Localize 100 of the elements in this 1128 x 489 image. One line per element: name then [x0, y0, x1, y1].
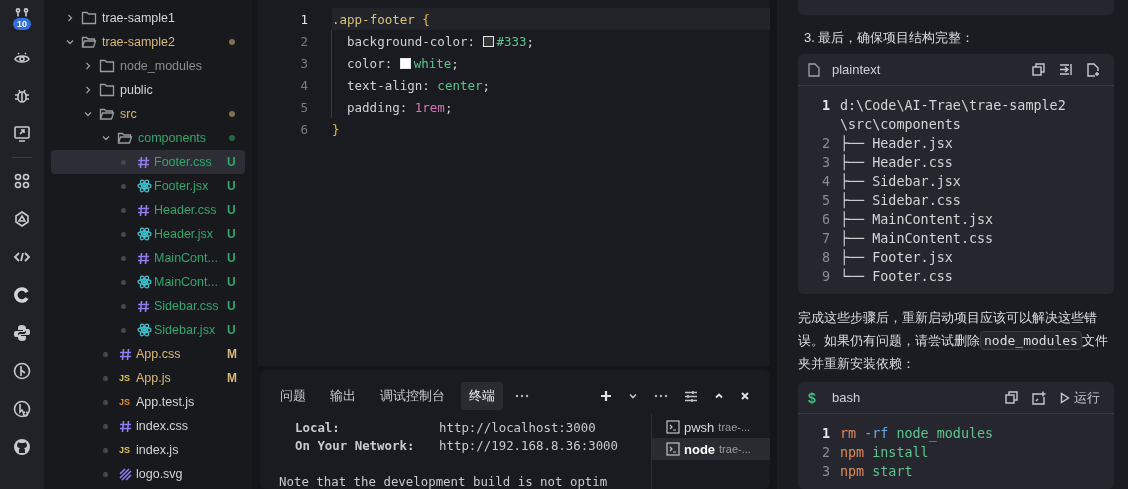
chevron-down-icon[interactable]	[628, 391, 638, 401]
add-to-terminal-icon[interactable]	[1032, 390, 1046, 405]
cursor-icon[interactable]	[13, 400, 31, 418]
line-number: 3	[820, 154, 830, 172]
panel-tab[interactable]: 调试控制台	[372, 382, 453, 410]
grid-icon[interactable]	[13, 172, 31, 190]
file-name: Header.jsx	[154, 227, 215, 241]
sliders-icon[interactable]	[684, 389, 698, 403]
answer-paragraph: 完成这些步骤后，重新启动项目应该可以解决这些错误。如果仍有问题，请尝试删除 node_modules 文件夹并重新安装依赖：	[798, 309, 1108, 373]
atom-icon	[137, 275, 152, 289]
ring-icon[interactable]	[13, 286, 31, 304]
file-item[interactable]: Header.jsx U	[51, 222, 245, 246]
git-status: U	[227, 251, 237, 265]
session-folder: trae-...	[719, 443, 751, 455]
file-name: Footer.css	[154, 155, 213, 169]
folder-icon	[81, 11, 97, 25]
atom-icon	[137, 323, 152, 337]
pinwheel-icon[interactable]	[13, 210, 31, 228]
code-line: └── Footer.css	[840, 267, 954, 286]
language-label: plaintext	[832, 62, 881, 77]
file-item[interactable]: Sidebar.jsx U	[51, 318, 245, 342]
chevron-up-icon[interactable]	[714, 391, 724, 401]
folder-item[interactable]: trae-sample1	[51, 6, 245, 30]
folder-name: trae-sample1	[102, 11, 176, 25]
code-line: d:\Code\AI-Trae\trae-sample2\src\components	[840, 97, 1067, 134]
session-name: node	[684, 441, 716, 457]
github-icon[interactable]	[13, 438, 31, 456]
panel-tab[interactable]: 终端	[461, 382, 503, 410]
code-line: ├── MainContent.jsx	[840, 210, 995, 229]
more-icon[interactable]	[515, 394, 529, 398]
file-item[interactable]: Sidebar.css U	[51, 294, 245, 318]
new-file-icon[interactable]	[1087, 62, 1100, 77]
file-item[interactable]: App.css M	[51, 342, 245, 366]
source-control-icon[interactable]	[15, 8, 29, 17]
git-status: U	[227, 299, 237, 313]
run-button[interactable]: 运行	[1060, 388, 1100, 407]
git-status: M	[227, 347, 238, 361]
chevron-right-icon[interactable]	[83, 61, 93, 71]
close-icon[interactable]	[740, 391, 750, 401]
open-folder-icon	[117, 131, 133, 145]
monitor-icon[interactable]	[13, 125, 31, 143]
hash-icon	[119, 419, 132, 433]
folder-name: components	[138, 131, 208, 145]
line-number: 6	[820, 211, 830, 229]
add-icon[interactable]	[600, 390, 612, 402]
line-number: 5	[820, 192, 830, 210]
folder-name: node_modules	[120, 59, 203, 73]
chevron-right-icon[interactable]	[65, 13, 75, 23]
folder-item[interactable]: public	[51, 78, 245, 102]
line-number: 1	[820, 97, 830, 115]
branch-icon[interactable]	[13, 362, 31, 380]
atom-icon	[137, 179, 152, 193]
file-item[interactable]: JS index.js	[51, 438, 245, 462]
hash-icon	[137, 155, 150, 169]
file-item[interactable]: Footer.css U	[51, 150, 245, 174]
more-icon[interactable]	[654, 394, 668, 398]
folder-icon	[99, 59, 115, 73]
code-line: ├── Footer.jsx	[840, 248, 954, 267]
copy-icon[interactable]	[1032, 63, 1045, 76]
file-item[interactable]: index.css	[51, 414, 245, 438]
panel-tab[interactable]: 输出	[322, 382, 364, 410]
file-item[interactable]: MainCont... U	[51, 270, 245, 294]
folder-item[interactable]: trae-sample2	[51, 30, 245, 54]
python-icon[interactable]	[13, 324, 31, 342]
git-status: U	[227, 227, 237, 241]
file-item[interactable]: MainCont... U	[51, 246, 245, 270]
file-item[interactable]: JS App.js M	[51, 366, 245, 390]
line-number: 2	[820, 444, 830, 462]
js-file-icon: JS	[119, 373, 130, 383]
hash-icon	[137, 251, 150, 265]
bug-icon[interactable]	[13, 87, 31, 105]
folder-item[interactable]: components	[51, 126, 245, 150]
session-folder: trae-...	[718, 421, 751, 433]
folder-item[interactable]: src	[51, 102, 245, 126]
folder-item[interactable]: node_modules	[51, 54, 245, 78]
prompt-symbol: $	[808, 389, 817, 406]
insert-icon[interactable]	[1059, 63, 1073, 76]
file-name: logo.svg	[136, 467, 184, 481]
terminal-output: Note that the development build is not optim	[279, 474, 609, 489]
js-file-icon: JS	[119, 397, 130, 407]
code-line: ├── MainContent.css	[840, 229, 995, 248]
chevron-down-icon[interactable]	[65, 37, 75, 47]
js-file-icon: JS	[119, 445, 130, 455]
play-icon	[1060, 391, 1070, 404]
terminal-session[interactable]: pwsh trae-...	[652, 416, 770, 438]
folder-icon	[99, 83, 115, 97]
code-line: padding: 1rem;	[331, 96, 453, 118]
code-editor[interactable]: 1 .app-footer { 2 background-color: #333; 3 color: white; 4 text-align: center; 5 padding: 1rem; 6 }	[258, 0, 770, 366]
chevron-down-icon[interactable]	[101, 133, 111, 143]
file-item[interactable]: JS App.test.js	[51, 390, 245, 414]
copy-icon[interactable]	[1005, 391, 1018, 404]
file-item[interactable]: Footer.jsx U	[51, 174, 245, 198]
panel-tab[interactable]: 问题	[272, 382, 314, 410]
file-item[interactable]: logo.svg	[51, 462, 245, 486]
chevron-down-icon[interactable]	[83, 109, 93, 119]
chevron-right-icon[interactable]	[83, 85, 93, 95]
atom-icon	[137, 227, 152, 241]
code-line: ├── Sidebar.jsx	[840, 172, 962, 191]
file-item[interactable]: Header.css U	[51, 198, 245, 222]
terminal-session[interactable]: node trae-...	[652, 438, 770, 460]
